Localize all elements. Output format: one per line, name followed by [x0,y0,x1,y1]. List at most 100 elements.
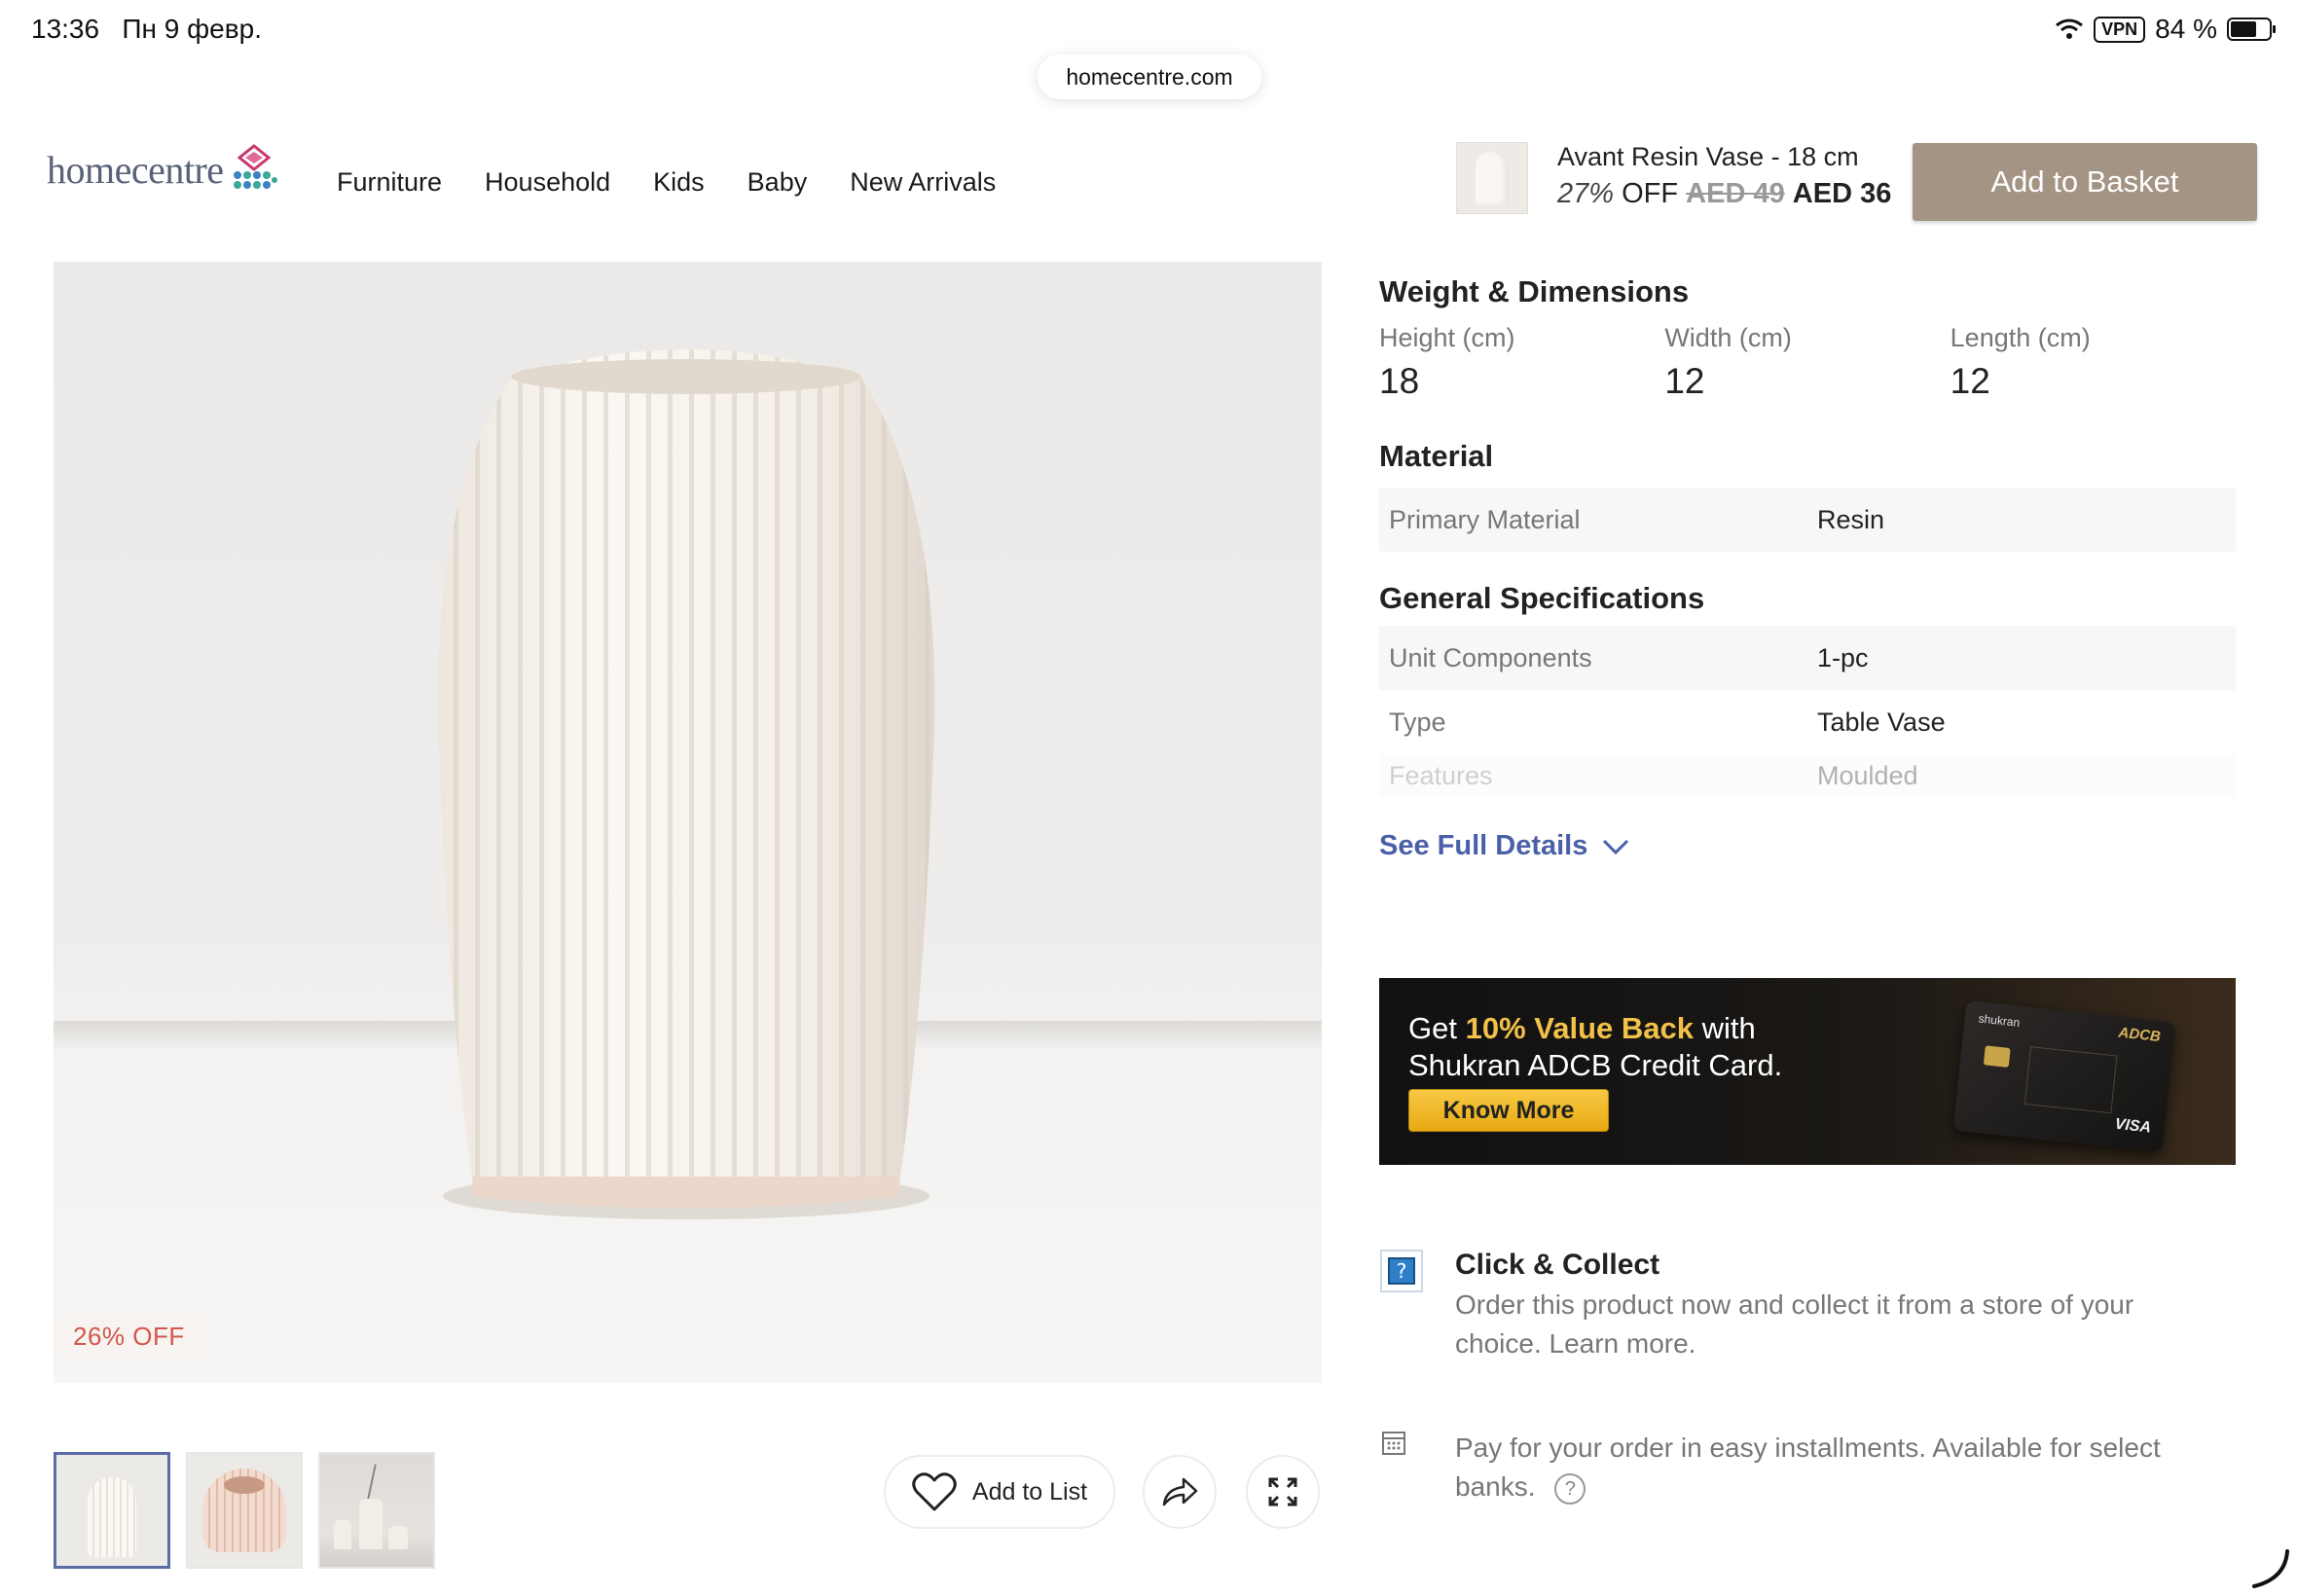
promo-get: Get [1408,1011,1457,1045]
weight-dimensions-title: Weight & Dimensions [1379,274,1690,308]
card-bank: ADCB [2117,1024,2162,1046]
material-table: Primary Material Resin [1379,488,2236,552]
logo-mark-icon [233,144,277,189]
thumbnail-vase-a [334,1520,351,1549]
status-bar-right: VPN 84 % [2055,14,2276,45]
sticky-product-thumbnail [1456,142,1528,214]
heart-icon [912,1472,957,1511]
click-collect-section: ? Click & Collect Order this product now… [1379,1249,2236,1363]
status-date: Пн 9 февр. [122,14,262,44]
logo-text: homecentre [47,147,224,192]
thumbnail-3[interactable] [318,1452,435,1569]
site-logo[interactable]: homecentre [47,144,278,195]
dimension-width: Width (cm) 12 [1664,323,1950,402]
vase-illustration [437,349,935,1219]
discount-tag: 26% OFF [54,1317,202,1356]
dimension-height: Height (cm) 18 [1379,323,1664,402]
url-bar[interactable]: homecentre.com [1038,54,1261,99]
spec-key: Primary Material [1389,504,1581,534]
table-row: Features Moulded [1379,754,2236,797]
see-full-details-link[interactable]: See Full Details [1379,830,2236,862]
see-full-details-label: See Full Details [1379,830,1588,861]
spec-key: Features [1389,760,1493,790]
material-title: Material [1379,439,1494,473]
help-icon[interactable]: ? [1554,1472,1586,1505]
thumbnail-vase-front [88,1477,136,1557]
dimension-label: Length (cm) [1950,323,2091,352]
sticky-product-price: 27% OFF AED 49 AED 36 [1557,178,1891,210]
click-collect-title: Click & Collect [1455,1249,1660,1281]
click-collect-icon: ? [1380,1250,1423,1292]
dimensions-row: Height (cm) 18 Width (cm) 12 Length (cm)… [1379,323,2236,402]
wifi-icon [2056,18,2084,39]
discount-percent: 27% [1557,178,1615,209]
spec-value: Table Vase [1817,707,1946,737]
know-more-button[interactable]: Know More [1408,1089,1609,1132]
fullscreen-button[interactable] [1246,1455,1320,1529]
thumbnail-vase-c [388,1526,408,1549]
spec-value: Resin [1817,504,1885,534]
nav-household[interactable]: Household [485,167,610,198]
calendar-icon [1382,1432,1405,1455]
general-specs-title: General Specifications [1379,581,1705,615]
spec-key: Unit Components [1389,642,1592,672]
card-brand: shukran [1978,1011,2021,1030]
status-time: 13:36 [31,14,100,44]
thumbnail-vase-top [202,1469,286,1552]
nav-furniture[interactable]: Furniture [337,167,442,198]
promo-highlight: 10% Value Back [1465,1011,1694,1045]
nav-new-arrivals[interactable]: New Arrivals [850,167,996,198]
spec-value: 1-pc [1817,642,1869,672]
promo-line2: Shukran ADCB Credit Card. [1408,1048,1783,1082]
expand-icon [1268,1477,1297,1506]
card-pattern [2024,1046,2118,1114]
installments-section: Pay for your order in easy installments.… [1379,1429,2236,1506]
spec-value: Moulded [1817,760,1918,790]
add-to-list-button[interactable]: Add to List [884,1455,1115,1529]
status-bar-time: 13:36 Пн 9 февр. [31,14,262,45]
promo-with: with [1701,1011,1756,1045]
vpn-badge: VPN [2094,16,2146,43]
main-nav: Furniture Household Kids Baby New Arriva… [337,167,996,198]
dimension-length: Length (cm) 12 [1951,323,2236,402]
share-button[interactable] [1143,1455,1217,1529]
battery-percent: 84 % [2155,14,2217,44]
dimension-label: Height (cm) [1379,323,1515,352]
product-main-image[interactable]: 26% OFF [54,262,1322,1383]
installments-text: Pay for your order in easy installments.… [1455,1429,2214,1506]
svg-text:?: ? [1397,1259,1407,1283]
dimension-value: 12 [1950,361,1990,401]
dimension-value: 12 [1664,361,1705,401]
thumbnail-2[interactable] [186,1452,303,1569]
product-specifications: Weight & Dimensions Height (cm) 18 Width… [1379,274,2236,862]
add-to-basket-button[interactable]: Add to Basket [1913,143,2257,221]
dimension-label: Width (cm) [1664,323,1792,352]
card-network: VISA [2113,1115,2152,1137]
battery-icon [2227,18,2276,41]
chevron-down-icon [1603,839,1629,854]
nav-kids[interactable]: Kids [653,167,705,198]
credit-card-image: shukran ADCB VISA [1952,1000,2176,1152]
thumbnail-strip [54,1452,435,1569]
off-label: OFF [1622,178,1679,209]
thumbnail-vase-b [359,1499,383,1549]
table-row: Type Table Vase [1379,690,2236,754]
spec-key: Type [1389,707,1446,737]
table-row: Unit Components 1-pc [1379,626,2236,690]
new-price: AED 36 [1792,178,1892,209]
share-icon [1162,1477,1198,1506]
shukran-promo-banner[interactable]: Get 10% Value Back with Shukran ADCB Cre… [1379,978,2236,1165]
dimension-value: 18 [1379,361,1420,401]
table-row: Primary Material Resin [1379,488,2236,552]
thumbnail-1[interactable] [54,1452,170,1569]
general-specs-table: Unit Components 1-pc Type Table Vase Fea… [1379,626,2236,797]
sticky-product-info: Avant Resin Vase - 18 cm 27% OFF AED 49 … [1557,142,1891,210]
click-collect-desc[interactable]: Order this product now and collect it fr… [1455,1286,2195,1363]
loading-spinner-icon [2252,1549,2289,1588]
nav-baby[interactable]: Baby [747,167,808,198]
click-collect-text: Click & Collect Order this product now a… [1455,1249,2195,1363]
card-chip-icon [1983,1045,2011,1068]
sticky-product-title: Avant Resin Vase - 18 cm [1557,142,1859,171]
promo-text: Get 10% Value Back with Shukran ADCB Cre… [1408,1010,1782,1084]
old-price: AED 49 [1686,178,1785,209]
